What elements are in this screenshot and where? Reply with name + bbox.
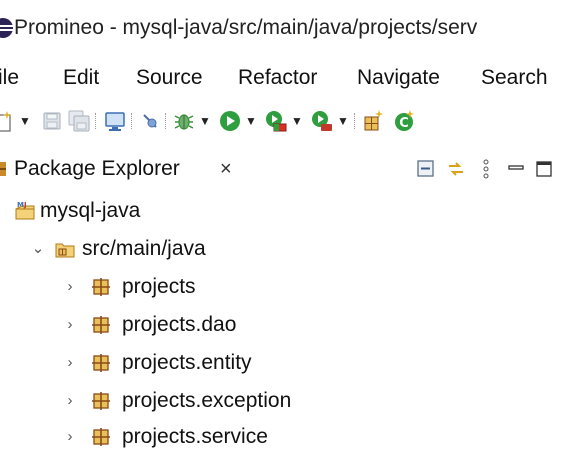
package-explorer-header: Package Explorer ×	[0, 146, 582, 192]
collapse-all-icon[interactable]	[414, 157, 438, 181]
package-explorer-tree: M J mysql-java ⌄ src/main/java › project…	[0, 192, 582, 448]
debug-icon[interactable]	[172, 109, 196, 133]
menu-search[interactable]: Search	[481, 64, 548, 92]
package-explorer-tab-icon	[0, 162, 6, 176]
view-menu-icon[interactable]	[474, 157, 498, 181]
package-icon	[92, 428, 110, 446]
chevron-right-icon[interactable]: ›	[62, 353, 78, 373]
package-icon	[92, 392, 110, 410]
package-icon	[92, 354, 110, 372]
tree-item-package[interactable]: › projects	[0, 268, 582, 306]
coverage-icon[interactable]	[264, 109, 288, 133]
source-folder-icon	[55, 243, 75, 258]
menu-bar: ile Edit Source Refactor Navigate Search	[0, 58, 582, 98]
skip-breakpoints-icon[interactable]	[138, 109, 162, 133]
chevron-down-icon[interactable]: ⌄	[30, 239, 46, 259]
svg-text:M: M	[17, 201, 24, 209]
package-icon	[92, 278, 110, 296]
new-dropdown-arrow[interactable]: ▼	[18, 111, 32, 131]
maximize-icon[interactable]	[532, 157, 556, 181]
save-all-icon[interactable]	[67, 109, 91, 133]
window-title-bar: Promineo - mysql-java/src/main/java/proj…	[0, 0, 582, 54]
menu-refactor[interactable]: Refactor	[238, 64, 317, 92]
chevron-right-icon[interactable]: ›	[62, 391, 78, 411]
tree-item-package[interactable]: › projects.dao	[0, 306, 582, 344]
chevron-right-icon[interactable]: ›	[62, 427, 78, 447]
minimize-icon[interactable]	[504, 157, 528, 181]
new-java-package-icon[interactable]	[361, 109, 385, 133]
menu-navigate[interactable]: Navigate	[357, 64, 440, 92]
package-explorer-title[interactable]: Package Explorer	[14, 155, 180, 183]
tree-item-label: projects.dao	[122, 313, 237, 336]
terminal-icon[interactable]	[103, 109, 127, 133]
run-external-tool-icon[interactable]	[310, 109, 334, 133]
svg-text:C: C	[399, 116, 409, 131]
main-toolbar: ▼ ▼ ▼ ▼ ▼ C	[0, 105, 582, 141]
run-dropdown-arrow[interactable]: ▼	[244, 111, 258, 131]
link-with-editor-icon[interactable]	[444, 157, 468, 181]
save-icon[interactable]	[40, 109, 64, 133]
window-title: Promineo - mysql-java/src/main/java/proj…	[14, 16, 478, 39]
chevron-right-icon[interactable]: ›	[62, 315, 78, 335]
coverage-dropdown-arrow[interactable]: ▼	[290, 111, 304, 131]
package-icon	[92, 316, 110, 334]
toolbar-separator	[165, 113, 167, 129]
tree-item-label: projects.entity	[122, 351, 252, 374]
menu-edit[interactable]: Edit	[63, 64, 99, 92]
svg-text:J: J	[23, 201, 27, 209]
toolbar-separator	[131, 113, 133, 129]
menu-source[interactable]: Source	[136, 64, 203, 92]
tree-item-label: src/main/java	[82, 237, 206, 260]
tree-item-package[interactable]: › projects.service	[0, 418, 582, 456]
new-java-class-icon[interactable]: C	[392, 109, 416, 133]
close-view-icon[interactable]: ×	[220, 155, 232, 183]
chevron-right-icon[interactable]: ›	[62, 277, 78, 297]
maven-java-project-icon: M J	[15, 201, 35, 220]
tree-item-label: projects.exception	[122, 389, 292, 412]
external-tool-dropdown-arrow[interactable]: ▼	[336, 111, 350, 131]
tree-item-label: projects	[122, 275, 196, 298]
run-icon[interactable]	[218, 109, 242, 133]
tree-item-package[interactable]: › projects.entity	[0, 344, 582, 382]
toolbar-separator	[354, 113, 356, 129]
tree-item-source-folder[interactable]: ⌄ src/main/java	[0, 230, 582, 268]
debug-dropdown-arrow[interactable]: ▼	[198, 111, 212, 131]
tree-item-label: projects.service	[122, 425, 268, 448]
menu-file[interactable]: ile	[0, 64, 19, 92]
tree-item-package[interactable]: › projects.exception	[0, 382, 582, 420]
new-wizard-icon[interactable]	[0, 109, 16, 133]
eclipse-icon	[0, 18, 13, 38]
tree-item-project[interactable]: M J mysql-java	[0, 192, 582, 230]
tree-item-label: mysql-java	[40, 199, 141, 222]
toolbar-separator	[95, 113, 97, 129]
